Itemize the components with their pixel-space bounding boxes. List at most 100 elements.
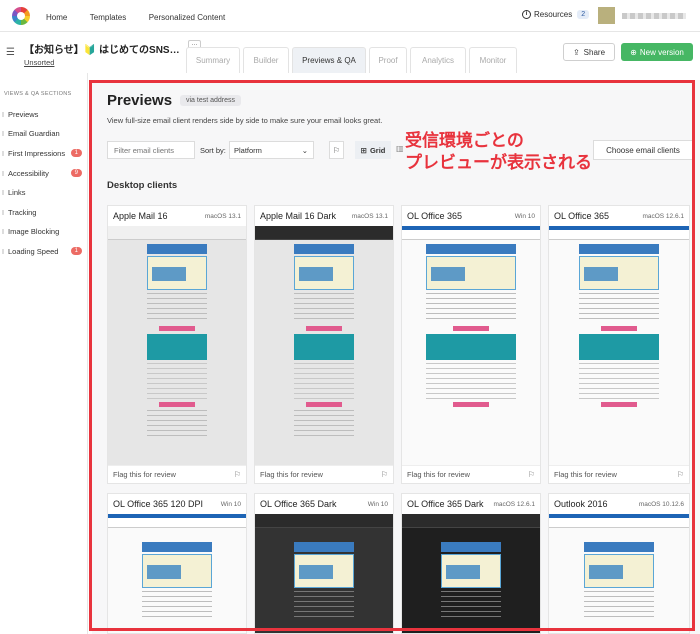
client-card[interactable]: OL Office 365 macOS 12.6.1 Flag this for … bbox=[548, 205, 690, 484]
flag-icon[interactable]: ⚐ bbox=[381, 470, 388, 479]
folder-link[interactable]: Unsorted bbox=[24, 58, 54, 67]
filter-clients-input[interactable] bbox=[107, 141, 195, 159]
client-card[interactable]: OL Office 365 120 DPI Win 10 bbox=[107, 493, 247, 634]
qa-sidebar: VIEWS & QA SECTIONS Previews Email Guard… bbox=[0, 73, 88, 634]
client-name: OL Office 365 bbox=[407, 211, 463, 221]
flag-for-review-link[interactable]: Flag this for review bbox=[554, 470, 617, 479]
tab-builder[interactable]: Builder bbox=[243, 47, 289, 73]
client-name: Apple Mail 16 Dark bbox=[260, 211, 337, 221]
annotation-text: 受信環境ごとの プレビューが表示される bbox=[405, 130, 592, 174]
email-preview-render[interactable] bbox=[108, 514, 246, 633]
flag-for-review-link[interactable]: Flag this for review bbox=[407, 470, 470, 479]
email-thumbnail bbox=[441, 542, 501, 621]
sidebar-item-email-guardian[interactable]: Email Guardian bbox=[2, 126, 86, 140]
tab-analytics[interactable]: Analytics bbox=[410, 47, 466, 73]
sidebar-item-label: Loading Speed bbox=[8, 246, 59, 256]
client-chrome bbox=[255, 514, 393, 528]
list-view-icon[interactable]: ▥ bbox=[396, 144, 404, 153]
client-chrome bbox=[549, 514, 689, 528]
share-icon: ⇪ bbox=[572, 47, 580, 57]
section-marker bbox=[2, 229, 4, 234]
client-chrome bbox=[108, 514, 246, 528]
flag-icon[interactable]: ⚐ bbox=[528, 470, 535, 479]
client-card[interactable]: OL Office 365 Win 10 Flag this for review… bbox=[401, 205, 541, 484]
nav-home[interactable]: Home bbox=[46, 13, 67, 22]
via-badge: via test address bbox=[180, 95, 242, 106]
client-chrome bbox=[549, 226, 689, 240]
flag-filter-button[interactable]: ⚐ bbox=[329, 141, 344, 159]
sidebar-item-image-blocking[interactable]: Image Blocking bbox=[2, 224, 86, 238]
issue-count-badge: 9 bbox=[70, 169, 82, 177]
campaign-title: 【お知らせ】🔰 はじめてのSNS… bbox=[24, 45, 180, 56]
issue-count-badge: 1 bbox=[70, 149, 82, 157]
sidebar-item-first-impressions[interactable]: First Impressions 1 bbox=[2, 146, 86, 160]
share-label: Share bbox=[583, 47, 606, 57]
email-preview-render[interactable] bbox=[402, 226, 540, 465]
sidebar-item-links[interactable]: Links bbox=[2, 185, 86, 199]
resources-label: Resources bbox=[534, 10, 573, 19]
flag-icon[interactable]: ⚐ bbox=[234, 470, 241, 479]
client-card[interactable]: Apple Mail 16 macOS 13.1 Flag this for re… bbox=[107, 205, 247, 484]
section-marker bbox=[2, 210, 4, 215]
share-button[interactable]: ⇪ Share bbox=[563, 43, 615, 61]
client-card[interactable]: Outlook 2016 macOS 10.12.6 bbox=[548, 493, 690, 634]
new-version-label: New version bbox=[639, 47, 684, 57]
client-os: macOS 13.1 bbox=[351, 212, 388, 220]
top-nav-bar: Home Templates Personalized Content bbox=[0, 0, 700, 32]
avatar[interactable] bbox=[598, 7, 615, 24]
client-chrome bbox=[255, 226, 393, 240]
sidebar-item-tracking[interactable]: Tracking bbox=[2, 205, 86, 219]
nav-templates[interactable]: Templates bbox=[90, 13, 126, 22]
client-os: Win 10 bbox=[514, 212, 535, 220]
grid-icon: ⊞ bbox=[360, 145, 367, 155]
section-marker bbox=[2, 190, 4, 195]
email-preview-render[interactable] bbox=[255, 514, 393, 633]
sidebar-toggle-icon[interactable]: ☰ bbox=[6, 47, 15, 58]
section-marker bbox=[2, 112, 4, 117]
email-preview-render[interactable] bbox=[402, 514, 540, 633]
top-nav: Home Templates Personalized Content bbox=[46, 7, 243, 25]
sidebar-item-label: First Impressions bbox=[8, 148, 66, 158]
flag-icon[interactable]: ⚐ bbox=[677, 470, 684, 479]
sidebar-item-label: Email Guardian bbox=[8, 128, 60, 138]
client-card[interactable]: Apple Mail 16 Dark macOS 13.1 Flag this f… bbox=[254, 205, 394, 484]
client-os: macOS 13.1 bbox=[204, 212, 241, 220]
annotation-line-2: プレビューが表示される bbox=[405, 153, 592, 173]
client-os: macOS 10.12.6 bbox=[638, 500, 684, 508]
sort-select[interactable]: Platform ⌄ bbox=[229, 141, 314, 159]
sidebar-item-accessibility[interactable]: Accessibility 9 bbox=[2, 166, 86, 180]
client-card[interactable]: OL Office 365 Dark macOS 12.6.1 bbox=[401, 493, 541, 634]
client-name: Apple Mail 16 bbox=[113, 211, 168, 221]
client-os: macOS 12.6.1 bbox=[493, 500, 535, 508]
email-preview-render[interactable] bbox=[549, 514, 689, 633]
client-card[interactable]: OL Office 365 Dark Win 10 bbox=[254, 493, 394, 634]
flag-icon: ⚐ bbox=[332, 145, 341, 155]
tab-proof[interactable]: Proof bbox=[369, 47, 407, 73]
flag-for-review-link[interactable]: Flag this for review bbox=[260, 470, 323, 479]
tab-monitor[interactable]: Monitor bbox=[469, 47, 517, 73]
flag-for-review-link[interactable]: Flag this for review bbox=[113, 470, 176, 479]
info-icon: i bbox=[522, 10, 531, 19]
page-description: View full-size email client renders side… bbox=[107, 116, 383, 125]
email-preview-render[interactable] bbox=[549, 226, 689, 465]
sidebar-item-previews[interactable]: Previews bbox=[2, 107, 86, 121]
resources-button[interactable]: i Resources 2 bbox=[522, 10, 590, 19]
client-chrome bbox=[108, 226, 246, 240]
grid-view-button[interactable]: ⊞ Grid bbox=[355, 141, 391, 159]
chevron-down-icon: ⌄ bbox=[301, 145, 308, 155]
client-name: OL Office 365 Dark bbox=[407, 499, 484, 509]
sidebar-item-loading-speed[interactable]: Loading Speed 1 bbox=[2, 244, 86, 258]
new-version-button[interactable]: ⊕ New version bbox=[621, 43, 693, 61]
tab-previews-qa[interactable]: Previews & QA bbox=[292, 47, 366, 73]
sidebar-item-label: Links bbox=[8, 187, 26, 197]
section-marker bbox=[2, 151, 4, 156]
email-thumbnail bbox=[294, 542, 354, 621]
choose-clients-button[interactable]: Choose email clients bbox=[593, 140, 693, 160]
client-chrome bbox=[402, 226, 540, 240]
nav-personalized-content[interactable]: Personalized Content bbox=[149, 13, 226, 22]
app-logo[interactable] bbox=[12, 6, 30, 25]
tab-summary[interactable]: Summary bbox=[186, 47, 240, 73]
resources-count-badge: 2 bbox=[577, 10, 590, 19]
email-preview-render[interactable] bbox=[108, 226, 246, 465]
email-preview-render[interactable] bbox=[255, 226, 393, 465]
